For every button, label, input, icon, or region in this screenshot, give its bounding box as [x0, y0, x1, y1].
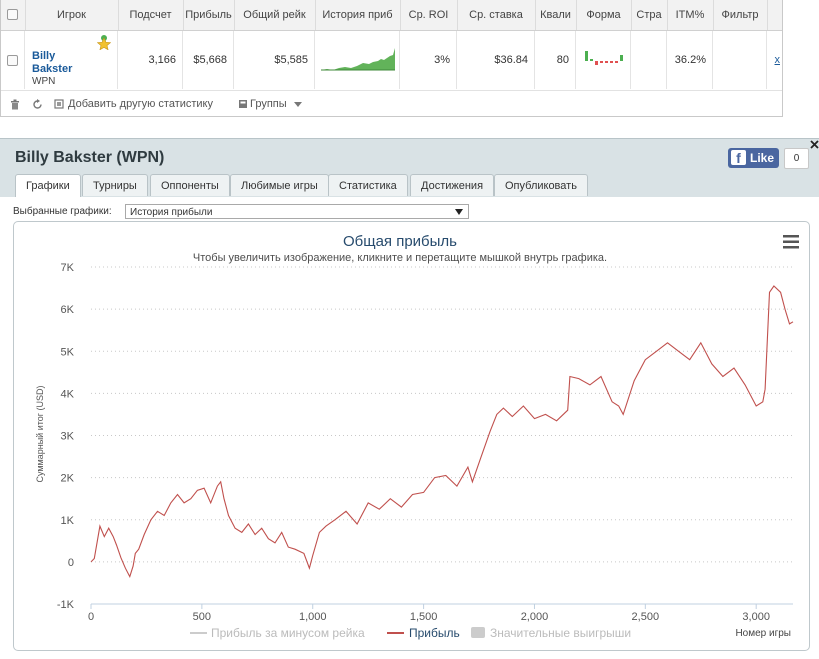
player-panel-header: Billy Bakster (WPN) Графики Турниры Оппо…: [0, 138, 819, 197]
y-tick-label: 2K: [61, 473, 75, 485]
tab-statistics[interactable]: Статистика: [328, 174, 408, 196]
itm-cell: 36.2%: [667, 31, 713, 89]
chevron-down-icon: [455, 209, 463, 215]
remove-cell: x: [767, 31, 782, 89]
select-all-checkbox[interactable]: [7, 9, 18, 20]
legend-item-big-wins[interactable]: Значительные выигрыши: [471, 626, 631, 640]
legend-label-profit-minus-rake: Прибыль за минусом рейка: [211, 626, 365, 640]
trash-icon[interactable]: [10, 99, 20, 110]
profit-cell: $5,668: [183, 31, 234, 89]
groups-icon[interactable]: [238, 99, 248, 109]
y-tick-label: 0: [68, 557, 74, 569]
row-select-cell[interactable]: [1, 31, 25, 89]
player-cell: Billy Bakster WPN: [25, 31, 118, 89]
chart-menu-icon[interactable]: [783, 235, 799, 249]
tab-achievements[interactable]: Достижения: [410, 174, 495, 196]
profit-series-line: [90, 285, 794, 579]
quali-cell: 80: [535, 31, 576, 89]
legend-swatch-big-wins: [471, 627, 485, 638]
profit-chart-container: Общая прибыль Чтобы увеличить изображени…: [13, 221, 810, 651]
tab-opponents[interactable]: Оппоненты: [150, 174, 230, 196]
facebook-like-count: 0: [784, 148, 809, 169]
y-axis-label: Суммарный итог (USD): [35, 385, 45, 482]
col-roi[interactable]: Ср. ROI: [400, 0, 458, 30]
avg-stake-cell: $36.84: [457, 31, 535, 89]
col-form[interactable]: Форма: [576, 0, 632, 30]
form-chart: [585, 51, 623, 65]
profit-history-cell: [315, 31, 400, 89]
y-tick-label: 6K: [61, 304, 75, 316]
col-rake[interactable]: Общий рейк: [234, 0, 316, 30]
legend-label-profit: Прибыль: [409, 626, 460, 640]
legend-item-profit[interactable]: Прибыль: [387, 626, 460, 640]
tab-charts[interactable]: Графики: [15, 174, 81, 197]
x-tick-label: 0: [88, 611, 94, 623]
chart-subtitle: Чтобы увеличить изображение, кликните и …: [193, 252, 607, 264]
stats-footer: Добавить другую статистику Группы: [1, 90, 782, 117]
y-tick-label: 3K: [61, 431, 75, 443]
panel-title: Billy Bakster (WPN): [15, 149, 165, 166]
col-profit-history[interactable]: История приб: [315, 0, 401, 30]
chart-title: Общая прибыль: [343, 233, 457, 250]
roi-cell: 3%: [400, 31, 457, 89]
x-axis-ticks: 0 500 1,000 1,500 2,000 2,500 3,000: [88, 604, 770, 623]
award-badge-icon: [97, 35, 111, 50]
selected-chart-dropdown[interactable]: История прибыли: [125, 204, 469, 219]
facebook-icon: f: [731, 150, 746, 166]
col-player[interactable]: Игрок: [25, 0, 119, 30]
facebook-like-label: Like: [750, 151, 775, 165]
col-country[interactable]: Стра: [631, 0, 668, 30]
chevron-down-icon[interactable]: [294, 102, 302, 107]
x-tick-label: 1,500: [410, 611, 438, 623]
chart-grid: [91, 266, 793, 605]
player-name-last[interactable]: Bakster: [32, 63, 72, 75]
row-checkbox[interactable]: [7, 55, 18, 66]
y-axis-ticks: -1K 0 1K 2K 3K 4K 5K 6K 7K: [57, 262, 75, 611]
facebook-like-button[interactable]: f Like: [728, 148, 779, 168]
refresh-icon[interactable]: [32, 99, 43, 110]
close-panel-icon[interactable]: [810, 140, 819, 149]
count-cell: 3,166: [118, 31, 183, 89]
legend-label-big-wins: Значительные выигрыши: [490, 626, 631, 640]
add-stat-link[interactable]: Добавить другую статистику: [68, 98, 213, 110]
stats-table: Игрок Подсчет Прибыль Общий рейк История…: [0, 0, 783, 117]
remove-row-link[interactable]: x: [775, 54, 781, 66]
col-itm[interactable]: ITM%: [667, 0, 714, 30]
y-tick-label: 4K: [61, 388, 75, 400]
y-tick-label: 7K: [61, 262, 75, 274]
selected-chart-value: История прибыли: [130, 207, 213, 218]
x-tick-label: 2,500: [632, 611, 660, 623]
x-axis-label: Номер игры: [735, 628, 791, 639]
x-tick-label: 500: [193, 611, 211, 623]
country-cell: [631, 31, 667, 89]
form-cell: [576, 31, 631, 89]
player-site: WPN: [32, 76, 56, 87]
stats-table-header: Игрок Подсчет Прибыль Общий рейк История…: [1, 0, 782, 31]
y-tick-label: -1K: [57, 599, 75, 611]
tab-favorite-games[interactable]: Любимые игры: [230, 174, 329, 196]
player-name-first[interactable]: Billy: [32, 50, 55, 62]
col-count[interactable]: Подсчет: [118, 0, 184, 30]
col-filter[interactable]: Фильтр: [713, 0, 768, 30]
profit-history-sparkline[interactable]: [315, 31, 400, 89]
col-profit[interactable]: Прибыль: [183, 0, 235, 30]
y-tick-label: 1K: [61, 515, 75, 527]
col-extra: [767, 0, 782, 30]
x-tick-label: 2,000: [521, 611, 549, 623]
x-tick-label: 3,000: [742, 611, 770, 623]
legend-item-profit-minus-rake[interactable]: Прибыль за минусом рейка: [190, 626, 365, 640]
tab-publish[interactable]: Опубликовать: [494, 174, 588, 196]
x-tick-label: 1,000: [299, 611, 327, 623]
add-stat-icon[interactable]: [54, 99, 65, 110]
groups-link[interactable]: Группы: [250, 98, 287, 110]
selected-charts-label: Выбранные графики:: [13, 206, 112, 217]
col-avg-stake[interactable]: Ср. ставка: [457, 0, 536, 30]
header-select-all[interactable]: [1, 0, 26, 30]
tab-tournaments[interactable]: Турниры: [82, 174, 148, 196]
col-quali[interactable]: Квали: [535, 0, 577, 30]
y-tick-label: 5K: [61, 346, 75, 358]
filter-cell: [713, 31, 767, 89]
rake-cell: $5,585: [234, 31, 315, 89]
profit-chart[interactable]: Общая прибыль Чтобы увеличить изображени…: [14, 222, 809, 650]
